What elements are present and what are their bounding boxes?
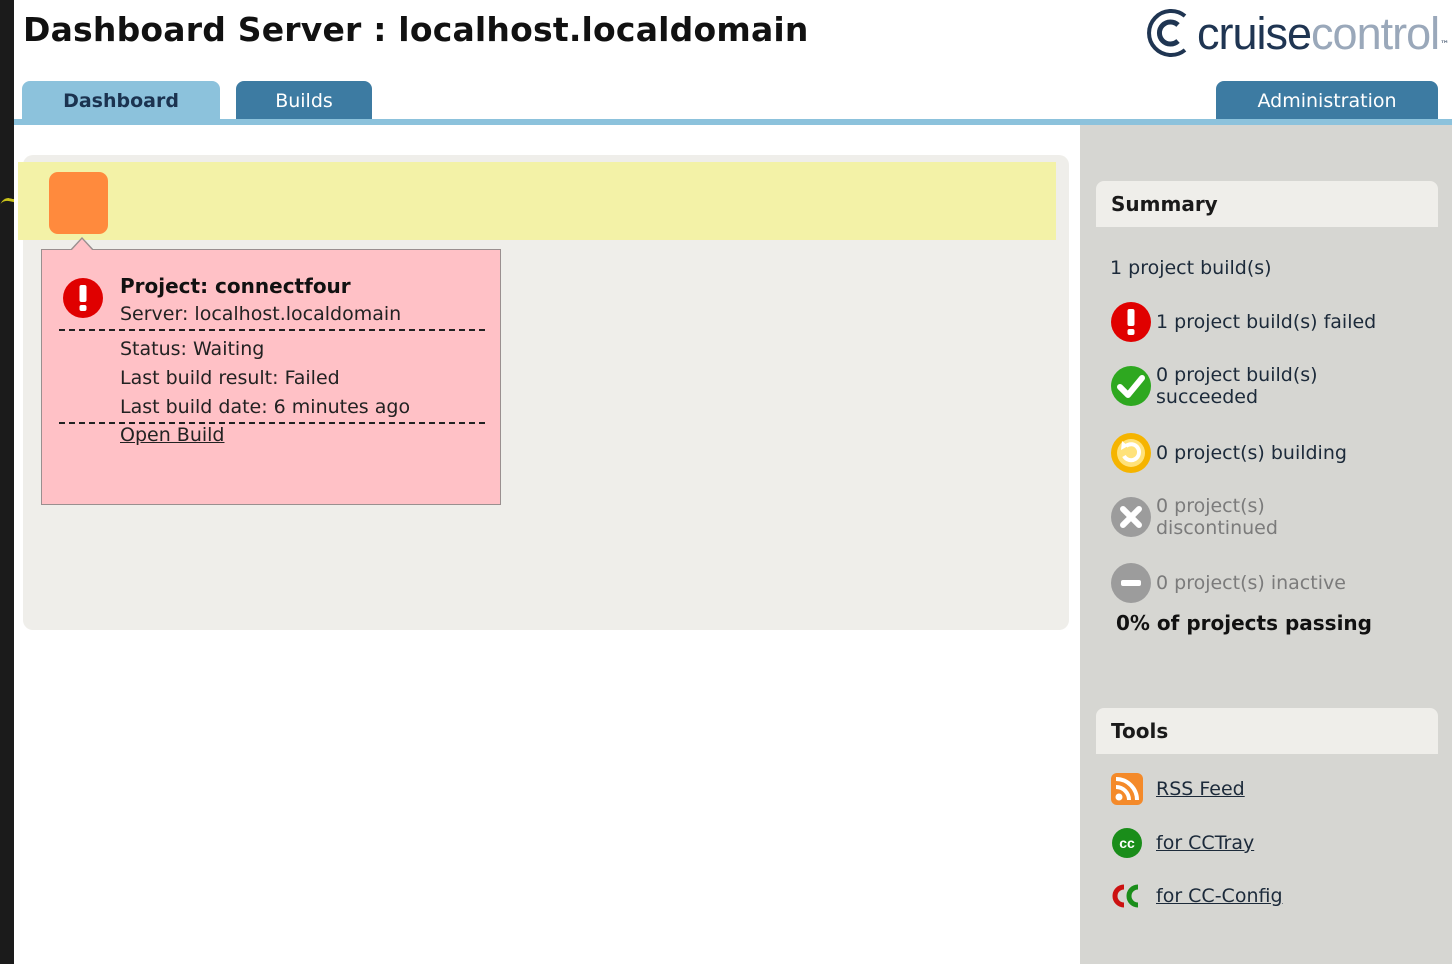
rss-feed-link[interactable]: RSS Feed: [1156, 778, 1245, 800]
tool-cctray: cc for CCTray: [1110, 826, 1254, 860]
popup-divider: [59, 329, 485, 331]
summary-succeeded-text-2: succeeded: [1156, 386, 1259, 408]
svg-text:cc: cc: [1119, 835, 1135, 851]
dashboard-page: Dashboard Server : localhost.localdomain…: [14, 0, 1452, 964]
popup-project-title: Project: connectfour: [120, 274, 351, 298]
summary-building-text: 0 project(s) building: [1156, 442, 1347, 464]
tab-dashboard[interactable]: Dashboard: [22, 81, 220, 120]
tools-box: Tools RSS Feed cc for CCTray for CC-Conf…: [1096, 708, 1438, 946]
open-build-link[interactable]: Open Build: [120, 424, 224, 446]
summary-inactive: 0 project(s) inactive: [1110, 562, 1346, 604]
project-popup: Project: connectfour Server: localhost.l…: [41, 249, 501, 505]
summary-passing-percent: 0% of projects passing: [1116, 611, 1372, 635]
discontinued-icon: [1111, 497, 1151, 537]
building-icon: [1111, 433, 1151, 473]
logo-trademark: ™: [1440, 40, 1450, 50]
window-edge: [0, 0, 18, 964]
summary-building: 0 project(s) building: [1110, 432, 1347, 474]
summary-succeeded: 0 project build(s) succeeded: [1110, 364, 1318, 408]
cctray-icon[interactable]: cc: [1110, 826, 1144, 860]
tool-rss: RSS Feed: [1110, 772, 1245, 806]
tools-body: RSS Feed cc for CCTray for CC-Config: [1096, 754, 1438, 946]
summary-total-text: 1 project build(s): [1110, 257, 1272, 279]
logo-text: cruisecontrol: [1197, 7, 1440, 59]
page-title: Dashboard Server : localhost.localdomain: [23, 10, 809, 49]
error-icon: [63, 278, 103, 318]
tab-administration[interactable]: Administration: [1216, 81, 1438, 120]
popup-server: Server: localhost.localdomain: [120, 303, 402, 325]
summary-box: Summary 1 project build(s) 1 project bui…: [1096, 181, 1438, 651]
cc-config-icon[interactable]: [1110, 879, 1144, 913]
rss-feed-icon[interactable]: [1110, 772, 1144, 806]
cruisecontrol-logo: cruisecontrol ™: [1145, 6, 1449, 60]
project-status-tile[interactable]: [49, 172, 108, 234]
tools-heading: Tools: [1096, 708, 1438, 754]
popup-status: Status: Waiting: [120, 338, 265, 360]
summary-succeeded-text-1: 0 project build(s): [1156, 364, 1318, 386]
cruisecontrol-logo-icon: [1147, 9, 1187, 57]
summary-body: 1 project build(s) 1 project build(s) fa…: [1096, 227, 1438, 651]
summary-discontinued: 0 project(s) discontinued: [1110, 495, 1278, 539]
summary-total: 1 project build(s): [1110, 257, 1272, 279]
summary-failed: 1 project build(s) failed: [1110, 301, 1376, 343]
tab-builds[interactable]: Builds: [236, 81, 372, 120]
cc-config-link[interactable]: for CC-Config: [1156, 885, 1283, 907]
project-strip: [18, 162, 1056, 240]
popup-last-result: Last build result: Failed: [120, 367, 340, 389]
summary-discontinued-text-2: discontinued: [1156, 517, 1278, 539]
popup-caret-fill: [71, 239, 93, 251]
inactive-icon: [1111, 563, 1151, 603]
summary-heading: Summary: [1096, 181, 1438, 227]
summary-inactive-text: 0 project(s) inactive: [1156, 572, 1346, 594]
success-check-icon: [1111, 366, 1151, 406]
cctray-link[interactable]: for CCTray: [1156, 832, 1254, 854]
failed-icon: [1111, 302, 1151, 342]
summary-failed-text: 1 project build(s) failed: [1156, 311, 1377, 333]
summary-discontinued-text-1: 0 project(s): [1156, 495, 1265, 517]
tool-ccconfig: for CC-Config: [1110, 879, 1283, 913]
popup-last-date: Last build date: 6 minutes ago: [120, 396, 411, 418]
